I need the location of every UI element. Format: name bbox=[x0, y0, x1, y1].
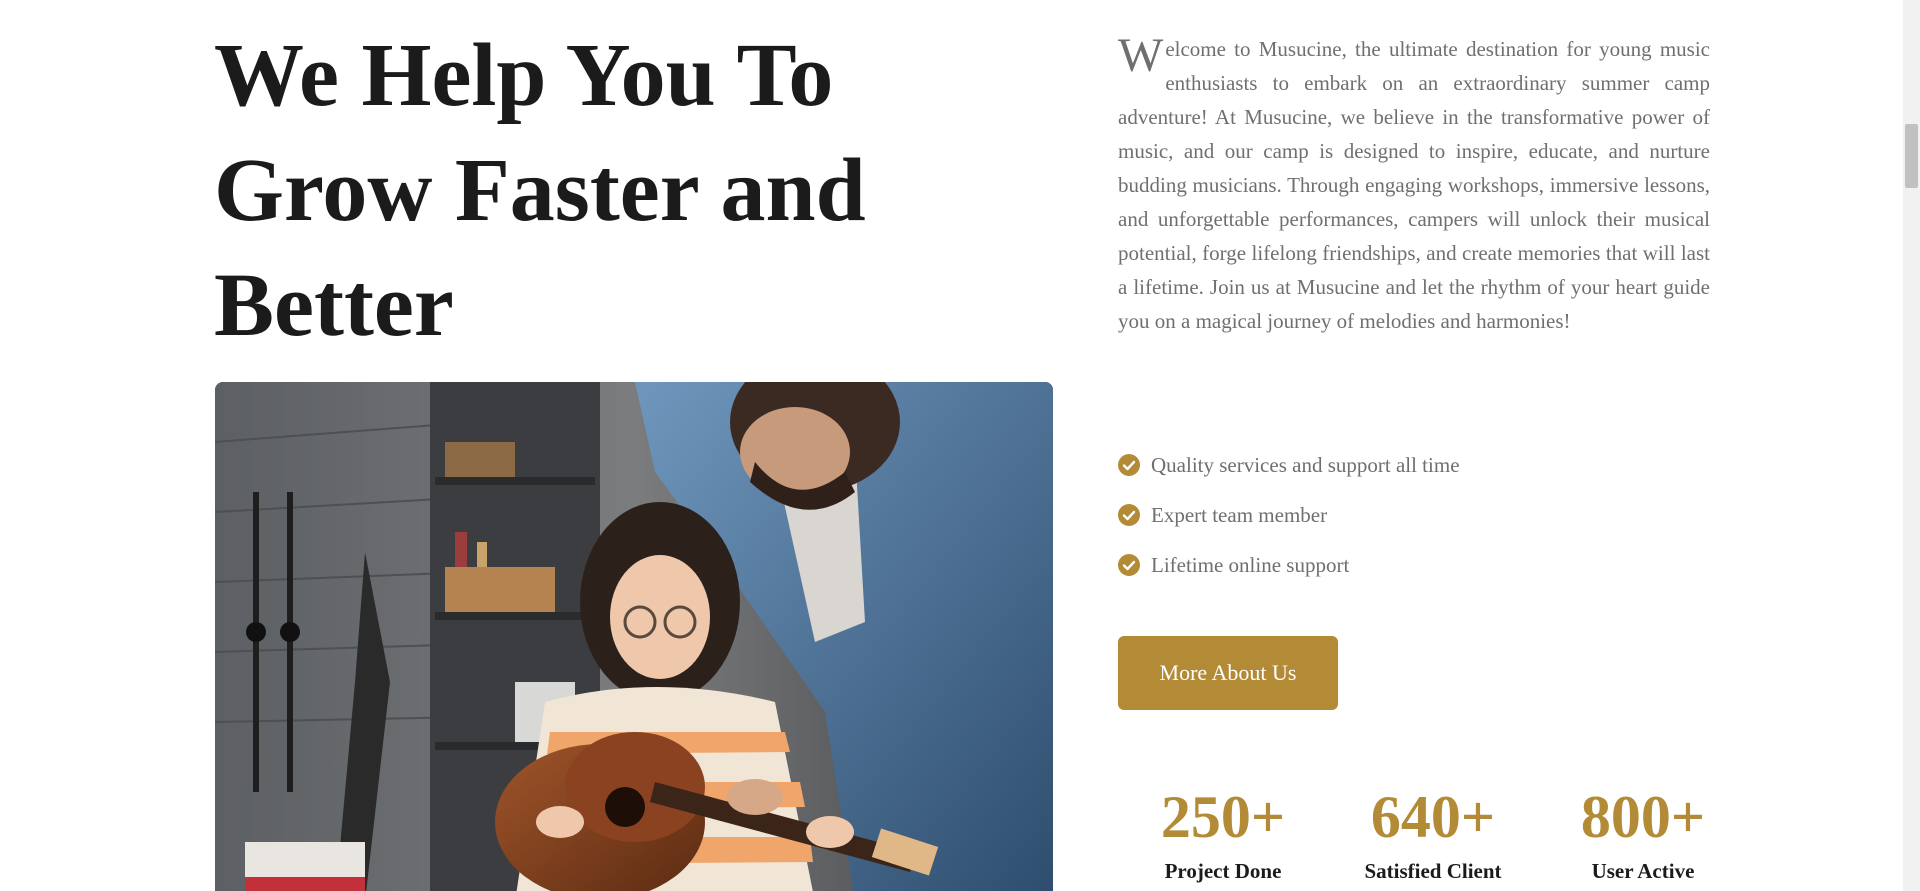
check-circle-icon bbox=[1118, 504, 1140, 526]
check-circle-icon bbox=[1118, 454, 1140, 476]
more-about-us-button[interactable]: More About Us bbox=[1118, 636, 1338, 710]
guitar-lesson-photo bbox=[215, 382, 1053, 891]
stats-row: 250+ Project Done 640+ Satisfied Client … bbox=[1118, 782, 1748, 891]
feature-label: Quality services and support all time bbox=[1151, 452, 1460, 477]
section-heading: We Help You To Grow Faster and Better bbox=[214, 18, 974, 363]
check-circle-icon bbox=[1118, 554, 1140, 576]
feature-label: Expert team member bbox=[1151, 502, 1328, 527]
stat-label: Satisfied Client bbox=[1364, 859, 1502, 883]
stat-value: 800+ bbox=[1580, 784, 1706, 850]
stat-value: 250+ bbox=[1160, 784, 1286, 850]
feature-item: Quality services and support all time bbox=[1118, 440, 1460, 490]
stat-project-done: 250+ Project Done bbox=[1118, 782, 1328, 888]
page-scrollbar[interactable] bbox=[1903, 0, 1920, 891]
stat-label: Project Done bbox=[1164, 859, 1282, 883]
heading-line: We Help You To bbox=[214, 26, 834, 125]
stat-label: User Active bbox=[1591, 859, 1695, 883]
heading-line: Better bbox=[214, 256, 454, 355]
feature-list: Quality services and support all time Ex… bbox=[1118, 440, 1460, 590]
intro-paragraph: Welcome to Musucine, the ultimate destin… bbox=[1118, 32, 1710, 338]
heading-line: Grow Faster and bbox=[214, 141, 866, 240]
feature-item: Lifetime online support bbox=[1118, 540, 1460, 590]
about-section: We Help You To Grow Faster and Better W … bbox=[0, 0, 1920, 891]
dropcap-letter: W bbox=[1118, 29, 1164, 82]
intro-text: elcome to Musucine, the ultimate destina… bbox=[1118, 37, 1710, 333]
stat-satisfied-client: 640+ Satisfied Client bbox=[1328, 782, 1538, 888]
stat-value: 640+ bbox=[1370, 784, 1496, 850]
feature-label: Lifetime online support bbox=[1151, 552, 1350, 577]
scrollbar-thumb[interactable] bbox=[1905, 124, 1918, 188]
photo-illustration bbox=[215, 382, 1053, 891]
feature-item: Expert team member bbox=[1118, 490, 1460, 540]
stat-user-active: 800+ User Active bbox=[1538, 782, 1748, 888]
